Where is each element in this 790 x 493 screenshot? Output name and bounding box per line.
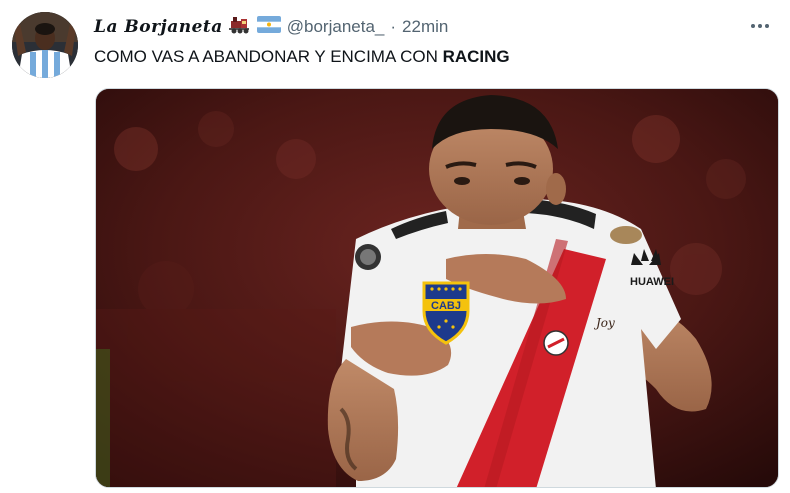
- handle[interactable]: @borjaneta_: [287, 17, 385, 37]
- tweet-text-plain: COMO VAS A ABANDONAR Y ENCIMA CON: [94, 47, 443, 66]
- arm-tattoo-text: Joy: [593, 316, 615, 330]
- display-name[interactable]: La Borjaneta: [94, 17, 223, 37]
- argentina-flag-emoji: [256, 16, 281, 38]
- train-emoji: [228, 16, 251, 39]
- avatar[interactable]: [12, 12, 78, 78]
- tweet-text-bold: RACING: [442, 47, 510, 66]
- tweet-header: La Borjaneta @borjaneta_ · 22min: [94, 14, 448, 40]
- more-options-icon: [751, 24, 769, 28]
- tweet-text: COMO VAS A ABANDONAR Y ENCIMA CON RACING: [94, 46, 510, 68]
- sponsor-text: HUAWEI: [630, 276, 674, 288]
- tweet-media-image[interactable]: CABJ HUAWEI Joy: [95, 88, 779, 488]
- cabj-badge-text: CABJ: [431, 300, 461, 312]
- more-options-button[interactable]: [748, 16, 772, 36]
- separator-dot: ·: [390, 17, 397, 36]
- timestamp[interactable]: 22min: [402, 17, 448, 37]
